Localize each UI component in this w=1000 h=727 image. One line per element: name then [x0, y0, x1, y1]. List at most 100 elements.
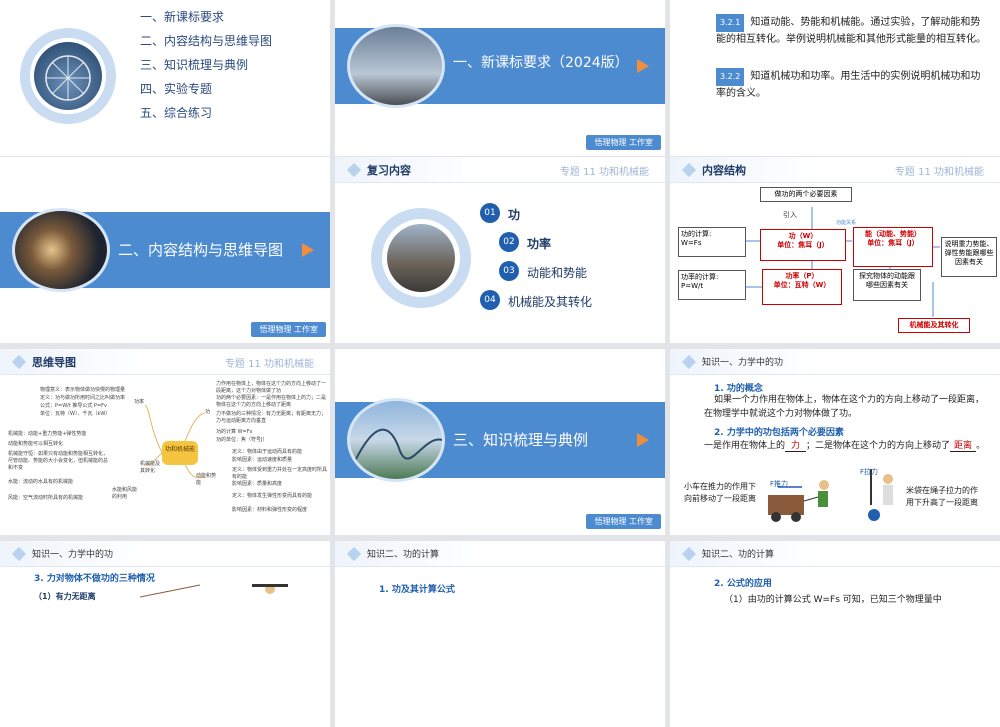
pcalc-formula: P=W/t [681, 282, 704, 290]
toc-item[interactable]: 二、内容结构与思维导图 [140, 32, 272, 49]
studio-stamp: 悟理物理 工作室 [251, 322, 326, 337]
branch-work: 功 [205, 409, 211, 415]
slide-standards[interactable]: 3.2.1 知道动能、势能和机械能。通过实验，了解动能和势能的相互转化。举例说明机… [670, 0, 1000, 156]
mindmap-leaf: 定义：物体发生弹性形变而具有的能 [232, 493, 313, 499]
text: 一是作用在物体上的 [704, 441, 786, 451]
diamond-icon [11, 546, 27, 562]
mindmap-leaf: 水能和风能的利用 [112, 487, 138, 500]
energy-label: 能（动能、势能） [865, 230, 921, 238]
blank-answer[interactable]: 力 [785, 441, 807, 452]
slide-section-2[interactable]: 二、内容结构与思维导图 悟理物理 工作室 [0, 157, 330, 343]
paragraph: 如果一个力作用在物体上，物体在这个力的方向上移动了一段距离，在物理学中就说这个力… [704, 395, 985, 419]
standard-1: 3.2.1 知道动能、势能和机械能。通过实验，了解动能和势能的相互转化。举例说明机… [716, 14, 986, 48]
header-subtitle: 专题 11 功和机械能 [559, 167, 649, 178]
section-band: 一、新课标要求（2024版） [335, 24, 665, 108]
caption: 米袋在绳子拉力的作用下升高了一段距离 [906, 486, 978, 507]
section-band: 三、知识梳理与典例 [335, 398, 665, 482]
mindmap-leaf: 定义：物体由于运动而具有的能 [232, 449, 303, 455]
mindmap-leaf: 力作用在物体上，物体在这个力的方向上移动了一段距离，这个力对物体做了功 [216, 381, 327, 394]
section-heading: 2. 公式的应用 [714, 579, 772, 589]
mindmap-leaf: 功的计算 W=Fs [216, 429, 253, 435]
code-badge: 3.2.1 [716, 14, 745, 32]
branch-energy: 动能和势能 [196, 473, 217, 486]
header-title: 知识一、力学中的功 [702, 358, 784, 368]
mindmap-leaf: 力不做功的三种情况：有力无距离；有距离无力；力与运动距离方向垂直 [216, 411, 327, 424]
mindmap-leaf: 机械能：动能+重力势能+弹性势能 [8, 431, 87, 437]
force-label: F拉力 [860, 468, 879, 476]
section-heading: 1. 功及其计算公式 [379, 585, 455, 595]
slide-review[interactable]: 复习内容 专题 11 功和机械能 01 功 02 功率 03 动能和势能 04 机… [335, 157, 665, 343]
fill-blank-text: 一是作用在物体上的力；二是物体在这个力的方向上移动了 距离。 [704, 441, 986, 452]
node-work: 功（W） 单位：焦耳（J） [760, 229, 846, 261]
toc-item[interactable]: 三、知识梳理与典例 [140, 56, 272, 73]
header-title: 知识二、功的计算 [702, 550, 775, 560]
slide-toc[interactable]: 一、新课标要求 二、内容结构与思维导图 三、知识梳理与典例 四、实验专题 五、综… [0, 0, 330, 156]
slide-structure[interactable]: 内容结构 专题 11 功和机械能 做功的两个必要因素 引入 功的计算: W=Fs 功… [670, 157, 1000, 343]
review-item[interactable]: 功 [508, 206, 520, 223]
mindmap-leaf: 公式：P=W/t 推导公式 P=Fv [40, 403, 108, 409]
review-item[interactable]: 机械能及其转化 [508, 293, 592, 310]
section-title: 三、知识梳理与典例 [453, 431, 589, 449]
mindmap-leaf: 功的两个必要因素：一是作用在物体上的力；二是物体在这个力的方向上移动了距离 [216, 395, 327, 408]
mindmap-leaf: 风能：空气流动时所具有的机械能 [8, 495, 84, 501]
section-heading: 3. 力对物体不做功的三种情况 [34, 574, 155, 584]
power-unit: 单位：瓦特（W） [773, 281, 831, 289]
mindmap-leaf: 功的单位：焦（符号J） [216, 437, 268, 443]
section-title: 一、新课标要求（2024版） [453, 55, 629, 71]
node-power: 功率（P） 单位：瓦特（W） [762, 269, 842, 305]
header-title: 知识二、功的计算 [367, 550, 440, 560]
blank-answer[interactable]: 距离 [950, 441, 977, 452]
slide-section-3[interactable]: 三、知识梳理与典例 悟理物理 工作室 [335, 349, 665, 535]
calc-label: 功的计算: [681, 230, 712, 238]
slide-knowledge-1b[interactable]: 知识一、力学中的功 3. 力对物体不做功的三种情况 （1）有力无距离 [0, 541, 330, 727]
toc-item[interactable]: 四、实验专题 [140, 80, 272, 97]
review-item[interactable]: 动能和势能 [527, 264, 587, 281]
diamond-icon [681, 354, 697, 370]
slide-header: 知识一、力学中的功 [0, 541, 330, 567]
slide-header: 复习内容 专题 11 功和机械能 [335, 157, 665, 183]
diamond-icon [681, 546, 697, 562]
mindmap-leaf: 物理意义：表示物体做功快慢的物理量 [40, 387, 126, 393]
text: ；二是物体在这个力的方向上移动了 [806, 441, 951, 451]
label-intro: 引入 [783, 211, 797, 219]
waterwheel-image [387, 224, 455, 292]
diamond-icon [346, 546, 362, 562]
paragraph: （1）由功的计算公式 W=Fs 可知，已知三个物理量中 [724, 595, 942, 605]
power-label: 功率（P） [785, 272, 819, 280]
node-top: 做功的两个必要因素 [760, 187, 852, 202]
item-number: 01 [480, 203, 500, 223]
push-pull-illustration [768, 469, 893, 522]
mindmap-leaf: 定义：功与做功所用时间之比叫做功率 [40, 395, 126, 401]
slide-knowledge-2b[interactable]: 知识二、功的计算 2. 公式的应用 （1）由功的计算公式 W=Fs 可知，已知三… [670, 541, 1000, 727]
slide-header: 知识二、功的计算 [335, 541, 665, 567]
header-title: 知识一、力学中的功 [32, 550, 114, 560]
slide-mindmap[interactable]: 思维导图 专题 11 功和机械能 功和机械能 功 功率 动能和势能 机械能及其转化… [0, 349, 330, 535]
slide-knowledge-1[interactable]: 知识一、力学中的功 1. 功的概念 如果一个力作用在物体上，物体在这个力的方向上… [670, 349, 1000, 535]
item-number: 03 [499, 261, 519, 281]
label-relation: 功能关系 [836, 220, 857, 226]
mech-label: 机械能及其转化 [909, 321, 959, 329]
force-label: F推力 [770, 480, 789, 488]
section-title: 二、内容结构与思维导图 [118, 241, 284, 259]
header-title: 复习内容 [367, 164, 411, 177]
node-calc: 功的计算: W=Fs [678, 227, 746, 257]
node-explain: 说明重力势能、弹性势能跟哪些因素有关 [941, 237, 997, 277]
toc-item[interactable]: 一、新课标要求 [140, 8, 272, 25]
play-arrow-icon [302, 243, 314, 257]
section-heading: 2. 力学中的功包括两个必要因素 [714, 428, 844, 438]
pcalc-label: 功率的计算: [681, 273, 719, 281]
mindmap-leaf: 动能和势能可以相互转化 [8, 441, 64, 447]
standard-2: 3.2.2 知道机械功和功率。用生活中的实例说明机械功和功率的含义。 [716, 68, 986, 102]
review-item[interactable]: 功率 [527, 235, 551, 252]
slide-knowledge-2[interactable]: 知识二、功的计算 1. 功及其计算公式 [335, 541, 665, 727]
slide-header: 知识一、力学中的功 [670, 349, 1000, 375]
example-illustration [140, 584, 288, 598]
ferris-wheel-image [34, 42, 102, 110]
toc-item[interactable]: 五、综合练习 [140, 104, 272, 121]
play-arrow-icon [637, 433, 649, 447]
slide-section-1[interactable]: 一、新课标要求（2024版） 悟理物理 工作室 [335, 0, 665, 156]
standard-text: 知道动能、势能和机械能。通过实验，了解动能和势能的相互转化。举例说明机械能和其他… [716, 17, 986, 45]
branch-mech: 机械能及其转化 [140, 461, 161, 474]
diamond-icon [346, 162, 362, 178]
mindmap-leaf: 影响因素：材料和弹性形变的程度 [232, 507, 308, 513]
